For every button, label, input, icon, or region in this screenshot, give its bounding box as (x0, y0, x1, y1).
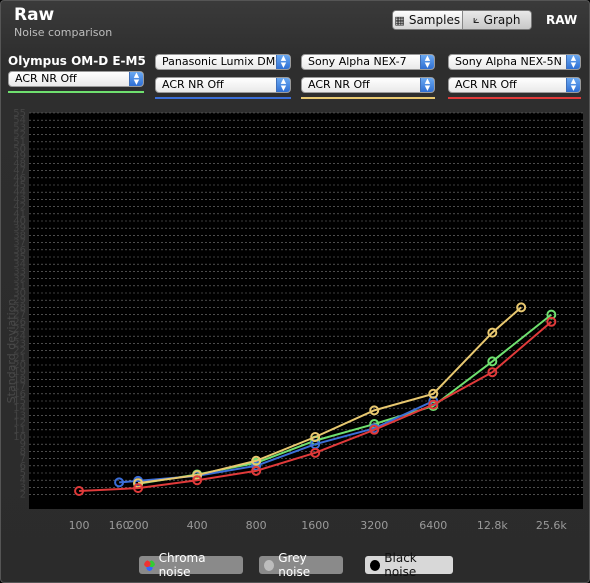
camera-value: Sony Alpha NEX-5N (455, 55, 562, 68)
select-arrows-icon: ▲ ▼ (420, 78, 434, 92)
x-tick-label: 200 (128, 519, 149, 532)
toggle-label: Black noise (384, 551, 417, 579)
select-arrows-icon: ▲ ▼ (129, 72, 143, 86)
chroma-noise-toggle[interactable]: Chroma noise (139, 551, 243, 579)
setting-value: ACR NR Off (308, 78, 370, 91)
camera-value: Panasonic Lumix DMC-GX1 (162, 55, 290, 68)
setting-value: ACR NR Off (455, 78, 517, 91)
series-color-olympus (8, 91, 144, 93)
setting-select-nex5n[interactable]: ACR NR Off ▲ ▼ (448, 77, 581, 93)
raw-badge: RAW (546, 13, 578, 27)
camera-value: Sony Alpha NEX-7 (308, 55, 407, 68)
view-toggle: ▦ Samples ⟀ Graph (392, 10, 532, 30)
x-tick-label: 3200 (360, 519, 388, 532)
x-tick-label: 6400 (419, 519, 447, 532)
noise-comparison-window: Raw Noise comparison ▦ Samples ⟀ Graph R… (0, 0, 590, 583)
toggle-label: Grey noise (278, 551, 311, 579)
camera-name-olympus: Olympus OM-D E-M5 (8, 54, 146, 68)
noise-chart: 2345678910111213141516171819202122232425… (5, 108, 583, 532)
page-subtitle: Noise comparison (14, 26, 113, 39)
graph-label: Graph (483, 13, 521, 27)
samples-button[interactable]: ▦ Samples (393, 11, 462, 29)
toggle-label: Chroma noise (158, 551, 206, 579)
grey-noise-toggle[interactable]: Grey noise (259, 551, 343, 579)
select-arrows-icon: ▲ ▼ (420, 55, 434, 69)
select-arrows-icon: ▲ ▼ (276, 55, 290, 69)
setting-value: ACR NR Off (15, 72, 77, 85)
select-arrows-icon: ▲ ▼ (566, 55, 580, 69)
camera-select-panasonic[interactable]: Panasonic Lumix DMC-GX1 ▲▼ (155, 54, 291, 70)
x-tick-label: 800 (246, 519, 267, 532)
setting-value: ACR NR Off (162, 78, 224, 91)
grid-icon: ▦ (394, 13, 405, 27)
x-tick-label: 1600 (301, 519, 329, 532)
camera-select-nex7[interactable]: Sony Alpha NEX-7 ▲ ▼ (301, 54, 435, 70)
select-arrows-icon: ▲ ▼ (276, 78, 290, 92)
plot-area (29, 113, 583, 509)
chroma-noise-icon (144, 559, 155, 571)
black-noise-toggle[interactable]: Black noise (365, 551, 453, 579)
series-color-nex5n (448, 97, 581, 99)
graph-icon: ⟀ (473, 13, 480, 26)
setting-select-panasonic[interactable]: ACR NR Off ▲ ▼ (155, 77, 291, 93)
x-tick-label: 12.8k (477, 519, 508, 532)
grey-noise-icon (264, 559, 275, 571)
setting-select-nex7[interactable]: ACR NR Off ▲ ▼ (301, 77, 435, 93)
page-title: Raw (14, 5, 55, 25)
y-tick-label: 55 (13, 108, 26, 119)
y-axis-label: Standard deviation (5, 299, 18, 404)
graph-button[interactable]: ⟀ Graph (461, 11, 531, 29)
series-color-nex7 (301, 97, 435, 99)
x-tick-label: 25.6k (536, 519, 567, 532)
x-tick-label: 400 (187, 519, 208, 532)
samples-label: Samples (408, 13, 461, 27)
black-noise-icon (370, 559, 381, 571)
select-arrows-icon: ▲ ▼ (566, 78, 580, 92)
x-tick-label: 160 (109, 519, 130, 532)
x-tick-label: 100 (69, 519, 90, 532)
setting-select-olympus[interactable]: ACR NR Off ▲ ▼ (8, 71, 144, 87)
series-color-panasonic (155, 97, 291, 99)
camera-select-nex5n[interactable]: Sony Alpha NEX-5N ▲ ▼ (448, 54, 581, 70)
